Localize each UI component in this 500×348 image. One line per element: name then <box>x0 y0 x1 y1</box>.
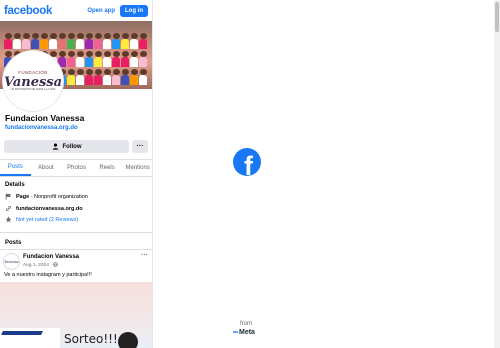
post-date-text: Aug 1, 2024 · <box>23 262 54 268</box>
cover-person <box>139 49 147 67</box>
cover-person <box>67 49 75 67</box>
facebook-icon: f <box>233 148 261 176</box>
top-bar: facebook Open app Log in <box>0 0 152 21</box>
section-divider <box>0 232 152 233</box>
meta-infinity-icon: ∞ <box>233 329 238 336</box>
cover-person <box>121 49 129 67</box>
facebook-logo[interactable]: facebook <box>4 5 87 17</box>
section-divider <box>0 249 152 250</box>
cover-person <box>85 49 93 67</box>
cover-person <box>58 49 66 67</box>
post-author-name[interactable]: Fundacion Vanessa <box>23 254 79 260</box>
detail-rating[interactable]: Not yet rated (2 Reviews) <box>5 216 78 223</box>
cover-person <box>67 67 75 85</box>
cover-person <box>103 31 111 49</box>
scrollbar[interactable] <box>494 0 500 348</box>
star-icon <box>5 216 12 223</box>
post-text: Ve a nuestro instagram y participa!!! <box>4 272 92 278</box>
cover-person <box>22 31 30 49</box>
foundation-logo: FUNDACIÓN Vanessa UN MOVIMIENTO DE AMOR … <box>3 70 63 91</box>
page-website-link[interactable]: fundacionvanessa.org.do <box>5 125 78 131</box>
cover-person <box>40 31 48 49</box>
cover-person <box>112 31 120 49</box>
posts-heading: Posts <box>5 240 22 246</box>
cover-person <box>85 31 93 49</box>
cover-person <box>112 49 120 67</box>
open-app-link[interactable]: Open app <box>87 8 115 14</box>
tab-posts[interactable]: Posts <box>0 160 31 176</box>
post-date[interactable]: Aug 1, 2024 · <box>23 262 58 268</box>
cover-person <box>130 67 138 85</box>
globe-icon <box>53 262 58 267</box>
tab-photos[interactable]: Photos <box>61 160 92 176</box>
meta-text: Meta <box>239 329 255 336</box>
detail-website-text: fundacionvanessa.org.do <box>16 205 83 212</box>
details-heading: Details <box>5 182 25 188</box>
detail-category-text: · Nonprofit organization <box>29 193 88 200</box>
scrollbar-thumb[interactable] <box>495 2 499 32</box>
cover-person <box>121 31 129 49</box>
tab-reels[interactable]: Reels <box>92 160 123 176</box>
meta-logo: ∞ Meta <box>233 329 255 336</box>
tab-about[interactable]: About <box>31 160 62 176</box>
page-title: Fundacion Vanessa <box>5 113 85 123</box>
cover-person <box>139 67 147 85</box>
detail-page-label: Page <box>16 193 30 200</box>
cover-person <box>130 31 138 49</box>
link-icon <box>5 205 12 212</box>
cover-person <box>103 67 111 85</box>
post-image[interactable]: Sorteo!!! <box>0 282 152 348</box>
profile-tabs: Posts About Photos Reels Mentions <box>0 159 152 177</box>
profile-avatar[interactable]: FUNDACIÓN Vanessa UN MOVIMIENTO DE AMOR … <box>3 51 63 111</box>
detail-website[interactable]: fundacionvanessa.org.do <box>5 205 83 212</box>
cover-person <box>31 31 39 49</box>
cover-person <box>85 67 93 85</box>
post-image-text: Sorteo!!! <box>64 332 118 346</box>
follow-button[interactable]: Follow <box>4 140 129 153</box>
image-accent <box>1 331 43 335</box>
cover-person <box>112 67 120 85</box>
post-author-avatar[interactable]: Vanessa <box>3 253 20 270</box>
cover-person <box>94 49 102 67</box>
tab-mentions[interactable]: Mentions <box>122 160 152 176</box>
cover-person <box>67 31 75 49</box>
cover-person <box>4 31 12 49</box>
cover-person <box>94 31 102 49</box>
splash-from-text: from <box>240 321 252 327</box>
mobile-page-column: facebook Open app Log in FUNDACIÓN Vanes… <box>0 0 153 348</box>
cover-person <box>76 31 84 49</box>
follow-label: Follow <box>62 143 82 150</box>
login-button[interactable]: Log in <box>120 4 148 17</box>
logo-tagline: UN MOVIMIENTO DE AMOR A LA VIDA <box>10 87 56 91</box>
cover-person <box>76 49 84 67</box>
follow-icon <box>52 143 58 150</box>
cover-person <box>49 31 57 49</box>
cover-person <box>58 31 66 49</box>
cover-person <box>13 31 21 49</box>
cover-person <box>121 67 129 85</box>
more-options-button[interactable]: ··· <box>132 140 148 153</box>
detail-page-category: Page · Nonprofit organization <box>5 193 88 200</box>
post-options-button[interactable]: ··· <box>141 252 148 259</box>
logo-big-text: Vanessa <box>3 74 63 90</box>
image-circle <box>118 332 138 348</box>
cover-person <box>94 67 102 85</box>
flag-icon <box>5 193 11 200</box>
cover-person <box>139 31 147 49</box>
cover-person <box>76 67 84 85</box>
detail-rating-text: Not yet rated (2 Reviews) <box>16 216 79 223</box>
cover-person <box>130 49 138 67</box>
cover-person <box>103 49 111 67</box>
cover-people-row <box>0 31 152 49</box>
